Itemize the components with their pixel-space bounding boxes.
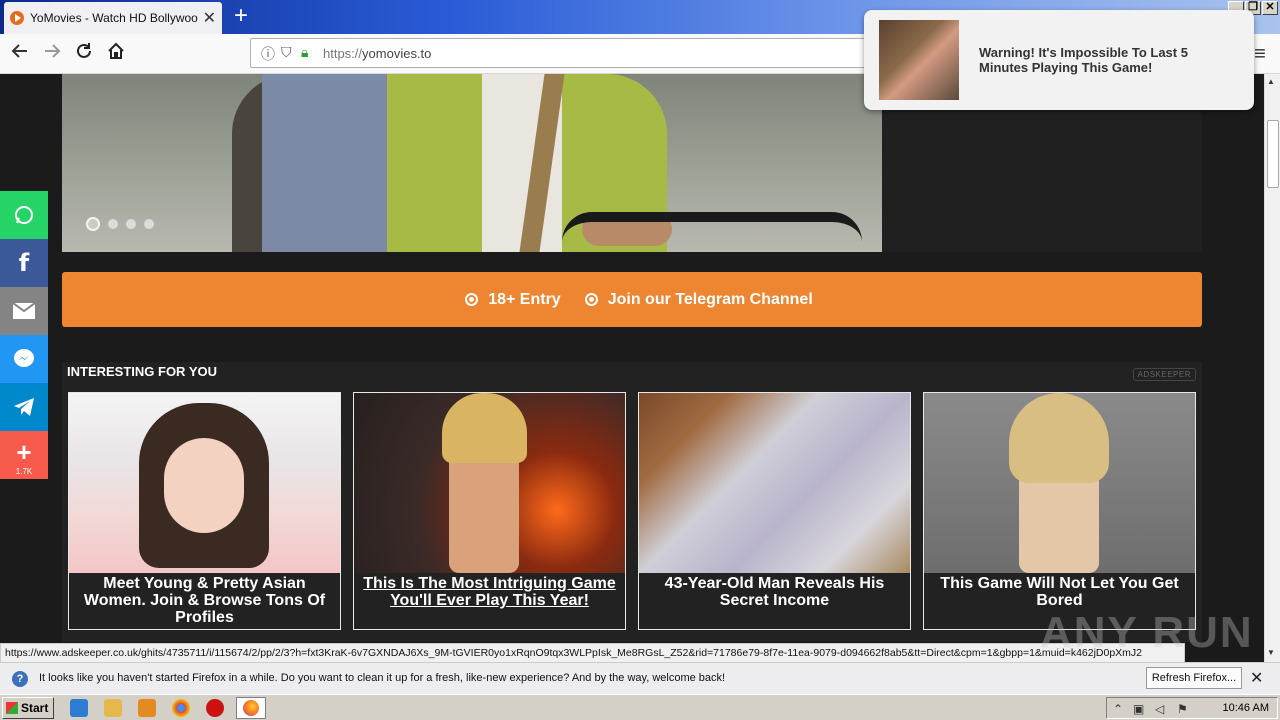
notification-message: It looks like you haven't started Firefo… (39, 672, 726, 684)
show-hidden-icons-icon[interactable]: ⌃ (1113, 702, 1123, 716)
internet-explorer-icon[interactable] (70, 699, 88, 717)
tracking-shield-icon[interactable]: ⛉ (281, 44, 292, 61)
ad-caption[interactable]: This Game Will Not Let You Get Bored (924, 575, 1195, 609)
hero-slider[interactable] (62, 74, 882, 252)
page-scrollbar[interactable]: ▲ ▼ (1264, 74, 1280, 662)
file-explorer-icon[interactable] (104, 699, 122, 717)
home-icon[interactable] (102, 40, 130, 68)
scroll-down-icon[interactable]: ▼ (1267, 648, 1275, 657)
forward-icon[interactable] (38, 40, 66, 68)
ad-card[interactable]: Meet Young & Pretty Asian Women. Join & … (68, 392, 341, 630)
ad-caption[interactable]: 43-Year-Old Man Reveals His Secret Incom… (639, 575, 910, 609)
firefox-taskbar-button[interactable] (236, 697, 266, 719)
url-text[interactable]: https://yomovies.to (323, 46, 431, 61)
clock[interactable]: 10:46 AM (1223, 702, 1269, 714)
slider-dot-1[interactable] (86, 217, 100, 231)
ad-image[interactable] (69, 393, 340, 573)
browser-tab[interactable]: YoMovies - Watch HD Bollywood H ✕ (4, 2, 222, 34)
adskeeper-logo[interactable]: ADSKEEPER (1132, 368, 1196, 381)
firefox-notification-bar: ? It looks like you haven't started Fire… (0, 662, 1280, 694)
email-icon (13, 303, 35, 319)
flag-icon[interactable]: ⚑ (1177, 702, 1188, 716)
whatsapp-share-button[interactable] (0, 191, 48, 239)
refresh-firefox-button[interactable]: Refresh Firefox... (1146, 667, 1242, 689)
info-icon: ? (12, 671, 28, 687)
telegram-banner[interactable]: 18+ Entry Join our Telegram Channel (62, 272, 1202, 327)
telegram-icon (14, 398, 34, 416)
email-share-button[interactable] (0, 287, 48, 335)
scroll-up-icon[interactable]: ▲ (1267, 77, 1275, 86)
network-icon[interactable]: ▣ (1133, 702, 1144, 716)
yomovies-favicon-icon (10, 11, 24, 25)
opera-icon[interactable] (206, 699, 224, 717)
ad-widget: INTERESTING FOR YOU ADSKEEPER Meet Young… (62, 362, 1202, 642)
ad-card[interactable]: This Game Will Not Let You Get Bored (923, 392, 1196, 630)
media-player-icon[interactable] (138, 699, 156, 717)
slider-dots (86, 217, 154, 231)
scrollbar-thumb[interactable] (1267, 120, 1279, 188)
volume-icon[interactable]: ◁ (1155, 702, 1164, 716)
back-icon[interactable] (6, 40, 34, 68)
radio-icon (584, 293, 598, 306)
anyrun-watermark: ANY RUN (1040, 608, 1254, 657)
start-button[interactable]: Start (2, 697, 54, 719)
adult-entry-link[interactable]: 18+ Entry (488, 291, 560, 309)
ad-notification-popup[interactable]: Warning! It's Impossible To Last 5 Minut… (864, 10, 1254, 110)
slider-dot-2[interactable] (108, 219, 118, 229)
ad-caption[interactable]: This Is The Most Intriguing Game You'll … (354, 575, 625, 609)
telegram-share-button[interactable] (0, 383, 48, 431)
notification-text[interactable]: Warning! It's Impossible To Last 5 Minut… (979, 45, 1239, 75)
close-window-button[interactable]: ✕ (1262, 1, 1278, 15)
ad-caption[interactable]: Meet Young & Pretty Asian Women. Join & … (69, 575, 340, 626)
radio-icon (465, 293, 479, 306)
slider-image-shirt (262, 74, 392, 252)
slider-dot-3[interactable] (126, 219, 136, 229)
social-share-bar: f + 1.7K (0, 191, 48, 479)
ad-card[interactable]: This Is The Most Intriguing Game You'll … (353, 392, 626, 630)
reload-icon[interactable] (70, 40, 98, 68)
status-bar-url: https://www.adskeeper.co.uk/ghits/473571… (0, 643, 1185, 663)
close-notification-icon[interactable]: ✕ (1250, 668, 1263, 688)
facebook-share-button[interactable]: f (0, 239, 48, 287)
system-tray: ⌃ ▣ ◁ ⚑ 10:46 AM (1106, 697, 1278, 719)
slider-dot-4[interactable] (144, 219, 154, 229)
share-count: 1.7K (15, 467, 33, 476)
lock-icon[interactable]: 🔒︎ (301, 44, 308, 61)
messenger-share-button[interactable] (0, 335, 48, 383)
info-icon[interactable]: ⓘ (261, 44, 275, 64)
notification-thumbnail[interactable] (879, 20, 959, 100)
page-content: 18+ Entry Join our Telegram Channel INTE… (0, 74, 1264, 642)
tab-title: YoMovies - Watch HD Bollywood H (30, 11, 198, 25)
slider-image-handlebar (562, 212, 862, 246)
plus-icon: + (16, 436, 32, 467)
more-share-button[interactable]: + 1.7K (0, 431, 48, 479)
ad-image[interactable] (354, 393, 625, 573)
firefox-icon (243, 700, 259, 716)
messenger-icon (14, 349, 34, 367)
new-tab-button[interactable]: + (228, 3, 254, 29)
ad-card[interactable]: 43-Year-Old Man Reveals His Secret Incom… (638, 392, 911, 630)
whatsapp-icon (15, 206, 33, 224)
telegram-channel-link[interactable]: Join our Telegram Channel (608, 291, 813, 309)
ad-image[interactable] (639, 393, 910, 573)
ad-image[interactable] (924, 393, 1195, 573)
facebook-icon: f (18, 249, 30, 277)
tab-close-icon[interactable]: ✕ (203, 8, 216, 28)
chrome-icon[interactable] (172, 699, 190, 717)
ad-widget-heading: INTERESTING FOR YOU (67, 364, 217, 379)
windows-taskbar: Start ⌃ ▣ ◁ ⚑ 10:46 AM (0, 694, 1280, 720)
